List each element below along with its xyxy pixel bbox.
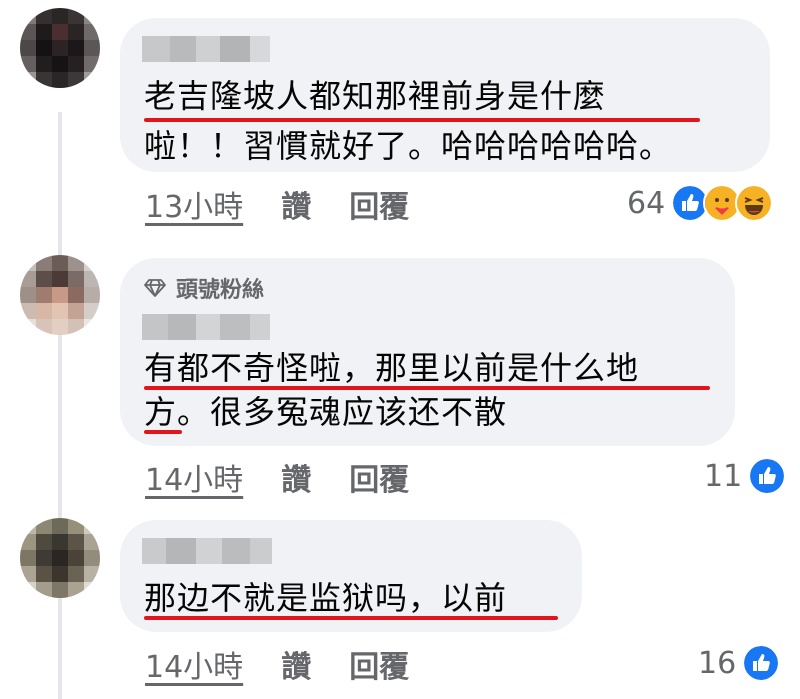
thread-line: [58, 112, 62, 699]
avatar[interactable]: [20, 8, 100, 88]
avatar[interactable]: [20, 255, 100, 335]
comment-bubble: 那边不就是监狱吗，以前: [120, 520, 582, 632]
comment-actions: 14小時 讚 回覆: [145, 455, 447, 499]
commenter-name-blurred[interactable]: [142, 538, 272, 564]
diamond-icon: [144, 279, 166, 297]
reaction-count: 11: [704, 458, 743, 494]
comment-text-line: 老吉隆坡人都知那裡前身是什麼: [144, 77, 607, 115]
highlight-underline: [144, 118, 700, 122]
comment-text-line: 有都不奇怪啦，那里以前是什么地: [144, 349, 640, 387]
comment-bubble: 頭號粉絲 有都不奇怪啦，那里以前是什么地 方。很多冤魂应该还不散: [120, 258, 735, 446]
like-icon: [748, 457, 787, 495]
comment-actions: 13小時 讚 回覆: [145, 182, 447, 226]
reaction-summary[interactable]: 16: [698, 644, 781, 682]
like-button[interactable]: 讚: [281, 455, 311, 499]
avatar[interactable]: [20, 518, 100, 598]
reaction-summary[interactable]: 64: [627, 184, 774, 222]
comment-text-line: 啦！！習慣就好了。哈哈哈哈哈哈。: [144, 127, 673, 165]
comment-bubble: 老吉隆坡人都知那裡前身是什麼 啦！！習慣就好了。哈哈哈哈哈哈。: [120, 18, 770, 172]
reaction-summary[interactable]: 11: [704, 457, 787, 495]
timestamp-link[interactable]: 13小時: [145, 182, 243, 226]
reply-button[interactable]: 回覆: [349, 455, 409, 499]
like-button[interactable]: 讚: [281, 182, 311, 226]
highlight-underline: [144, 616, 558, 620]
haha-icon: [735, 184, 774, 222]
like-button[interactable]: 讚: [281, 642, 311, 686]
comment-text-line: 那边不就是监狱吗，以前: [144, 579, 508, 617]
comment-text-line: 方。很多冤魂应该还不散: [144, 393, 508, 431]
reply-button[interactable]: 回覆: [349, 642, 409, 686]
comment-actions: 14小時 讚 回覆: [145, 642, 447, 686]
commenter-name-blurred[interactable]: [142, 314, 270, 340]
like-icon: [742, 644, 781, 682]
top-fan-badge: 頭號粉絲: [144, 272, 264, 304]
reply-button[interactable]: 回覆: [349, 182, 409, 226]
highlight-underline: [144, 430, 182, 434]
commenter-name-blurred[interactable]: [142, 36, 270, 62]
reaction-count: 64: [627, 185, 666, 221]
timestamp-link[interactable]: 14小時: [145, 642, 243, 686]
badge-label: 頭號粉絲: [176, 278, 265, 303]
reaction-count: 16: [698, 645, 737, 681]
timestamp-link[interactable]: 14小時: [145, 455, 243, 499]
